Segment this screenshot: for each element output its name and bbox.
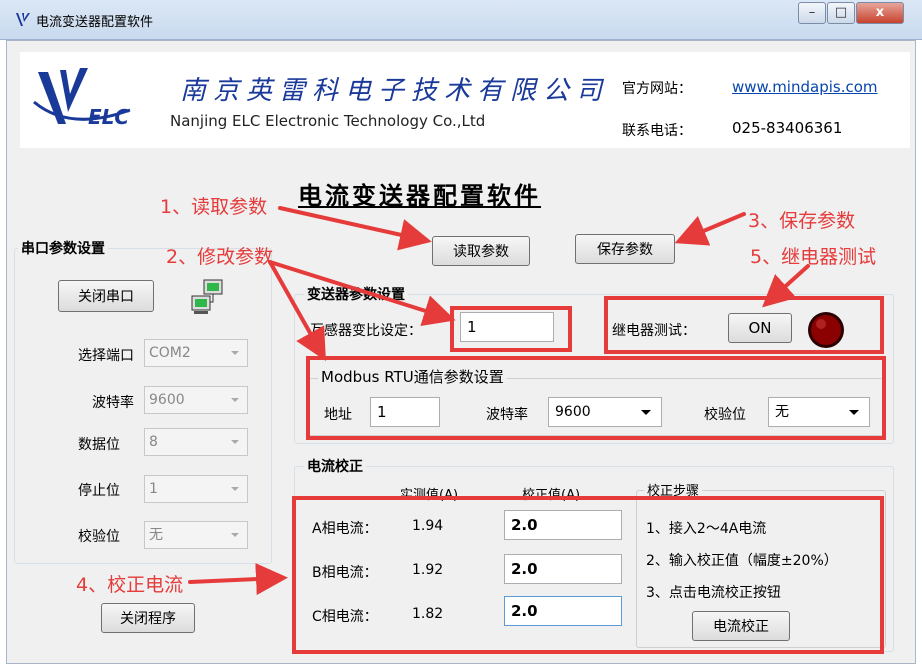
app-logo-icon (16, 13, 30, 26)
read-params-button[interactable]: 读取参数 (432, 236, 530, 266)
calibration-highlight (292, 496, 884, 654)
port-select[interactable]: COM2 (144, 339, 248, 367)
annotation-step5: 5、继电器测试 (750, 246, 877, 268)
baud-value: 9600 (149, 392, 185, 408)
page-title: 电流变送器配置软件 (298, 181, 541, 210)
company-name-cn: 南京英雷科电子技术有限公司 (180, 76, 610, 106)
chevron-down-icon (231, 398, 239, 402)
stop-bits-value: 1 (149, 481, 158, 497)
data-bits-label: 数据位 (78, 437, 120, 453)
serial-settings-title: 串口参数设置 (18, 238, 108, 258)
window-title: 电流变送器配置软件 (36, 15, 154, 30)
annotation-step2: 2、修改参数 (166, 246, 274, 268)
annotation-step4: 4、校正电流 (76, 574, 184, 596)
parity-label: 校验位 (78, 529, 120, 545)
annotation-step3: 3、保存参数 (748, 210, 856, 232)
data-bits-select[interactable]: 8 (144, 428, 248, 456)
close-port-button[interactable]: 关闭串口 (58, 280, 154, 312)
website-link[interactable]: www.mindapis.com (732, 78, 878, 96)
port-label: 选择端口 (78, 348, 134, 364)
chevron-down-icon (231, 487, 239, 491)
maximize-button[interactable]: □ (827, 2, 855, 24)
stop-bits-label: 停止位 (78, 483, 120, 499)
modbus-highlight (306, 356, 886, 440)
company-name-en: Nanjing ELC Electronic Technology Co.,Lt… (170, 112, 486, 130)
port-value: COM2 (149, 345, 191, 361)
phone-number: 025-83406361 (732, 119, 843, 137)
baud-label: 波特率 (92, 395, 134, 411)
ct-ratio-highlight (450, 306, 572, 352)
chevron-down-icon (231, 533, 239, 537)
parity-value: 无 (149, 527, 163, 543)
minimize-button[interactable]: – (798, 2, 826, 24)
baud-select[interactable]: 9600 (144, 386, 248, 414)
website-label: 官方网站： (622, 81, 692, 97)
transmitter-settings-title: 变送器参数设置 (304, 284, 408, 304)
data-bits-value: 8 (149, 434, 158, 450)
phone-label: 联系电话： (622, 123, 692, 139)
save-params-button[interactable]: 保存参数 (575, 234, 675, 264)
chevron-down-icon (231, 351, 239, 355)
parity-select[interactable]: 无 (144, 521, 248, 549)
company-logo: ELC (33, 68, 131, 129)
stop-bits-select[interactable]: 1 (144, 475, 248, 503)
calibration-title: 电流校正 (304, 456, 366, 476)
svg-text:ELC: ELC (88, 105, 129, 129)
network-computers-icon (191, 279, 223, 314)
annotation-step1: 1、读取参数 (160, 196, 268, 218)
window-controls: – □ x (798, 2, 908, 26)
ct-ratio-label: 互感器变比设定： (310, 323, 422, 339)
relay-highlight (604, 296, 884, 354)
close-program-button[interactable]: 关闭程序 (101, 603, 195, 633)
chevron-down-icon (231, 440, 239, 444)
close-window-button[interactable]: x (856, 2, 904, 24)
